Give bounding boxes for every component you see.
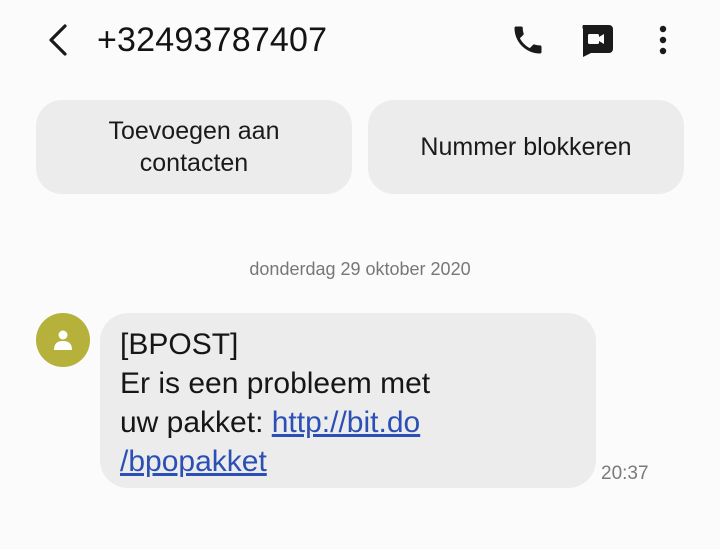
block-number-label: Nummer blokkeren [420, 133, 632, 161]
block-number-button[interactable]: Nummer blokkeren [368, 100, 684, 194]
video-call-icon [582, 25, 613, 57]
message-line-2: Er is een probleem met [120, 367, 431, 400]
date-separator: donderdag 29 oktober 2020 [249, 259, 471, 279]
message-line-1: [BPOST] [120, 328, 239, 361]
message-link-part1[interactable]: http://bit.do [272, 406, 420, 439]
add-to-contacts-label-line2: contacten [139, 149, 249, 177]
message-bubble[interactable]: [BPOST] Er is een probleem met uw pakket… [100, 313, 596, 488]
phone-icon [514, 26, 542, 54]
more-vertical-icon [659, 25, 667, 55]
top-app-bar: +32493787407 [0, 0, 720, 80]
message-line-3: uw pakket: http://bit.do [120, 403, 576, 442]
call-button[interactable] [508, 20, 548, 60]
message-link-part2[interactable]: /bpopakket [120, 445, 267, 478]
contact-phone-number: +32493787407 [97, 21, 328, 59]
add-to-contacts-button[interactable]: Toevoegen aan contacten [36, 100, 352, 194]
chevron-left-icon [49, 24, 67, 56]
person-icon [54, 330, 72, 350]
message-line-4: /bpopakket [120, 442, 576, 481]
avatar[interactable] [36, 313, 90, 367]
message-text-prefix: uw pakket: [120, 406, 272, 439]
back-button[interactable] [38, 18, 78, 62]
add-to-contacts-label-line1: Toevoegen aan [108, 117, 280, 145]
video-call-button[interactable] [576, 20, 616, 60]
message-timestamp: 20:37 [601, 463, 649, 484]
more-options-button[interactable] [648, 20, 678, 60]
